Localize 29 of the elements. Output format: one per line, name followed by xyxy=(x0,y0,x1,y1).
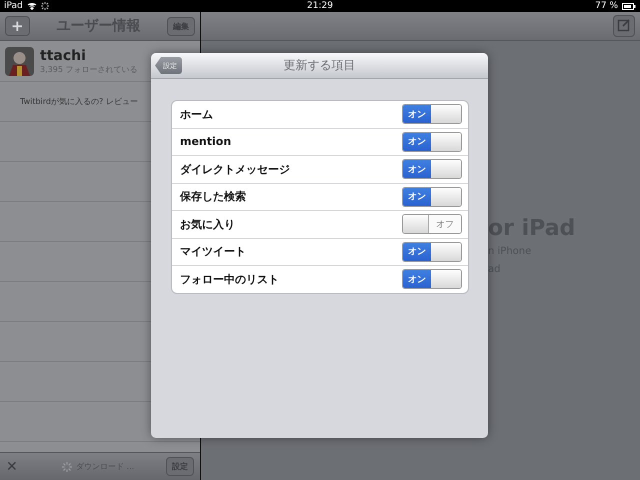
compose-icon[interactable] xyxy=(617,18,631,32)
setting-label: ダイレクトメッセージ xyxy=(180,162,291,177)
toggle-switch[interactable]: オン xyxy=(402,104,462,124)
compose-button[interactable] xyxy=(613,15,635,37)
activity-icon xyxy=(40,2,49,10)
avatar xyxy=(5,46,34,76)
setting-label: マイツイート xyxy=(180,244,247,260)
setting-label: フォロー中のリスト xyxy=(180,272,280,287)
wifi-icon xyxy=(26,2,37,10)
setting-label: ホーム xyxy=(180,106,214,122)
toggle-switch[interactable]: オン xyxy=(402,242,462,262)
device-name: iPad xyxy=(4,1,23,11)
toggle-switch[interactable]: オン xyxy=(402,269,462,290)
close-icon[interactable]: ✕ xyxy=(6,458,26,474)
toggle-switch[interactable]: オン xyxy=(402,159,462,180)
toggle-switch[interactable]: オフ xyxy=(402,214,462,234)
battery-icon xyxy=(622,2,636,10)
spinner-icon xyxy=(62,462,72,472)
setting-label: mention xyxy=(180,135,232,148)
popover-title: 更新する項目 xyxy=(284,57,356,74)
battery-percent: 77 % xyxy=(595,1,618,11)
clock: 21:29 xyxy=(307,0,333,12)
setting-label: お気に入り xyxy=(180,216,236,232)
toggle-switch[interactable]: オン xyxy=(402,132,462,152)
review-prompt[interactable]: Twitbirdが気に入るの? レビュー xyxy=(20,96,138,107)
user-name: ttachi xyxy=(40,48,87,64)
toggle-switch[interactable]: オン xyxy=(402,186,462,207)
setting-label: 保存した検索 xyxy=(180,189,247,204)
add-button[interactable]: + xyxy=(5,16,30,36)
